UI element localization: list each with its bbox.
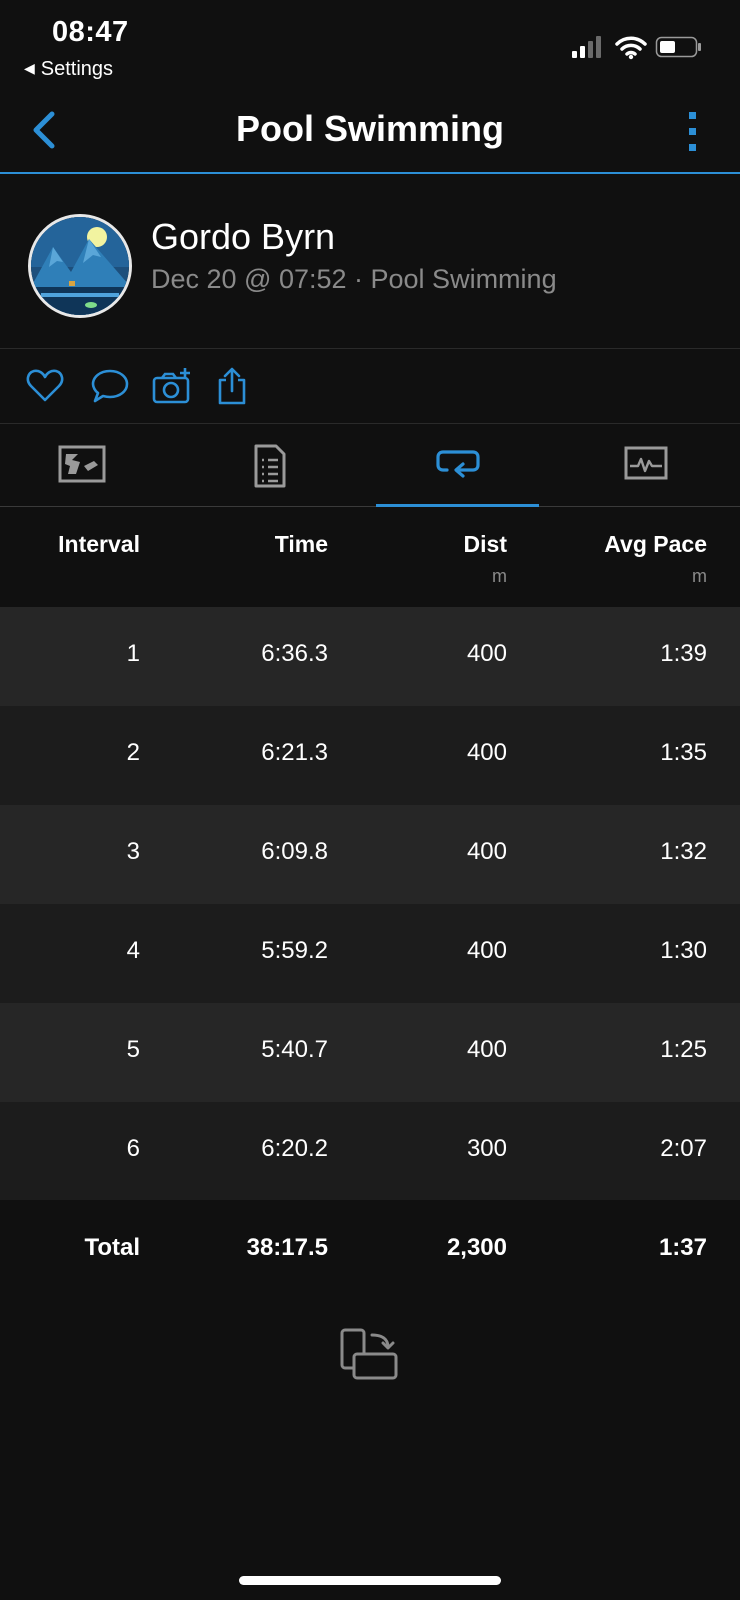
activity-tabs: [0, 424, 740, 507]
activity-header: Gordo Byrn Dec 20 @ 07:52 · Pool Swimmin…: [0, 174, 740, 349]
map-overview-icon: [58, 445, 105, 483]
back-app-label: Settings: [40, 58, 114, 80]
vertical-dots-icon: [689, 112, 696, 151]
time-cell: 5:59.2: [261, 937, 328, 964]
pace-cell: 1:25: [660, 1036, 707, 1063]
activity-graph-icon: [624, 446, 667, 480]
page-title: Pool Swimming: [235, 108, 504, 149]
heart-icon: [26, 369, 64, 402]
document-list-icon: [254, 444, 285, 488]
battery-icon: [655, 36, 701, 58]
time-cell: 6:09.8: [261, 838, 328, 865]
time-cell: 6:20.2: [261, 1135, 328, 1162]
tab-laps[interactable]: [376, 424, 539, 507]
status-icons: [572, 34, 706, 60]
total-dist: 2,300: [446, 1234, 507, 1261]
table-row[interactable]: 6 6:20.2 300 2:07: [0, 1102, 740, 1201]
athlete-name[interactable]: Gordo Byrn: [151, 216, 335, 258]
total-pace: 1:37: [658, 1234, 707, 1261]
signal-icon: [572, 36, 601, 58]
tab-overview[interactable]: [0, 424, 163, 506]
interval-cell: 5: [126, 1036, 140, 1063]
pace-cell: 1:39: [660, 640, 707, 667]
table-row[interactable]: 4 5:59.2 400 1:30: [0, 904, 740, 1003]
status-time: 08:47: [52, 16, 129, 48]
activity-subtitle: Dec 20 @ 07:52 · Pool Swimming: [151, 264, 557, 294]
header-interval: Interval: [58, 531, 140, 557]
navigation-bar: Pool Swimming: [0, 90, 740, 174]
avatar[interactable]: [28, 214, 132, 318]
time-cell: 5:40.7: [261, 1036, 328, 1063]
share-icon: [218, 367, 246, 405]
mountain-avatar-icon: [31, 217, 129, 315]
interval-cell: 3: [126, 838, 140, 865]
header-pace-unit: m: [692, 566, 707, 586]
header-time: Time: [274, 531, 328, 557]
interval-cell: 2: [126, 739, 140, 766]
header-dist-label: Dist: [463, 531, 507, 557]
pace-cell: 2:07: [660, 1135, 707, 1162]
dist-cell: 400: [466, 640, 507, 667]
dist-cell: 400: [466, 937, 507, 964]
table-row[interactable]: 5 5:40.7 400 1:25: [0, 1003, 740, 1102]
like-button[interactable]: [26, 366, 64, 406]
pace-cell: 1:32: [660, 838, 707, 865]
dist-cell: 300: [466, 1135, 507, 1162]
interval-cell: 6: [126, 1135, 140, 1162]
loop-arrows-icon: [435, 450, 480, 478]
table-row[interactable]: 3 6:09.8 400 1:32: [0, 805, 740, 904]
social-actions: [0, 348, 740, 424]
interval-cell: 1: [126, 640, 140, 667]
dist-cell: 400: [466, 739, 507, 766]
home-indicator[interactable]: [239, 1576, 501, 1585]
status-bar: 08:47 ◀ Settings: [0, 0, 740, 90]
rotate-device-icon: [340, 1328, 398, 1380]
more-options-button[interactable]: [684, 110, 700, 154]
back-to-app-link[interactable]: ◀ Settings: [24, 58, 113, 81]
rotate-device-button[interactable]: [340, 1327, 400, 1383]
share-button[interactable]: [216, 366, 248, 406]
total-time: 38:17.5: [246, 1234, 328, 1261]
total-row: Total 38:17.5 2,300 1:37: [0, 1200, 740, 1298]
header-pace-label: Avg Pace: [604, 531, 707, 557]
time-cell: 6:21.3: [261, 739, 328, 766]
header-dist: Dist m: [464, 531, 507, 587]
header-dist-unit: m: [492, 566, 507, 586]
header-pace: Avg Pace m: [604, 531, 707, 587]
table-row[interactable]: 2 6:21.3 400 1:35: [0, 706, 740, 805]
add-photo-button[interactable]: [152, 366, 194, 406]
table-header: Interval Time Dist m Avg Pace m: [0, 507, 740, 607]
pace-cell: 1:35: [660, 739, 707, 766]
camera-plus-icon: [152, 368, 190, 404]
back-triangle-icon: ◀: [24, 60, 35, 76]
wifi-icon: [615, 36, 647, 60]
tab-stats[interactable]: [188, 424, 351, 506]
comment-button[interactable]: [90, 366, 130, 406]
total-label: Total: [84, 1234, 140, 1261]
interval-cell: 4: [126, 937, 140, 964]
tab-charts[interactable]: [564, 424, 727, 506]
pace-cell: 1:30: [660, 937, 707, 964]
comment-icon: [91, 369, 129, 403]
time-cell: 6:36.3: [261, 640, 328, 667]
dist-cell: 400: [466, 838, 507, 865]
table-row[interactable]: 1 6:36.3 400 1:39: [0, 607, 740, 706]
dist-cell: 400: [466, 1036, 507, 1063]
